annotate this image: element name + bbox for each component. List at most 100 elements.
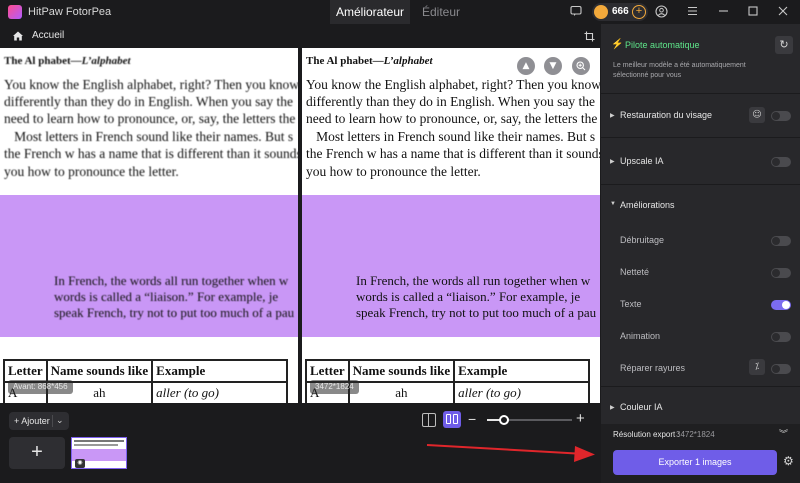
doc-line: Most letters in French sound like their … (4, 129, 294, 144)
toggle-face-restore[interactable] (771, 111, 791, 121)
annotation-arrow (426, 444, 595, 462)
document-after: The Al phabet—L’alphabet You know the En… (302, 48, 600, 403)
app-name: HitPaw FotorPea (28, 6, 112, 18)
credits-badge[interactable]: 666 + (592, 3, 648, 21)
doc-heading: The Al phabet—L’alphabet (306, 55, 433, 67)
add-image-tile[interactable]: + (9, 437, 65, 469)
doc-line: need to learn how to pronounce, or, say,… (306, 111, 598, 126)
close-icon[interactable] (776, 5, 790, 19)
split-view-icon[interactable] (443, 411, 461, 428)
app-logo-icon (8, 5, 22, 19)
zoom-in-button[interactable]: + (576, 410, 585, 427)
doc-line: You know the English alphabet, right? Th… (306, 77, 600, 92)
chevron-down-icon[interactable]: ⌄ (56, 415, 64, 426)
doc-line: need to learn how to pronounce, or, say,… (4, 111, 296, 126)
option-scratch-repair: Réparer rayures (620, 363, 686, 373)
doc-line: In French, the words all run together wh… (54, 273, 289, 288)
table-header: Name sounds like (45, 359, 154, 383)
section-ai-color[interactable]: Couleur IA (620, 402, 663, 412)
export-resolution-value: 3472*1824 (676, 430, 715, 439)
doc-line: you how to pronounce the letter. (4, 164, 179, 179)
refresh-icon[interactable]: ↻ (775, 36, 793, 54)
doc-line: differently than they do in English. Whe… (4, 94, 293, 109)
credits-count: 666 (612, 6, 629, 17)
toggle-sharpen[interactable] (771, 268, 791, 278)
scratch-repair-icon[interactable]: ⁒ (749, 359, 765, 375)
add-button-separator (52, 415, 53, 427)
zoom-slider-handle[interactable] (499, 415, 509, 425)
doc-line: the French w has a name that is differen… (306, 146, 600, 161)
zoom-out-icon[interactable]: − (468, 411, 476, 427)
table-header: Example (453, 359, 591, 383)
doc-line: words is called a “liaison.” For example… (54, 289, 279, 304)
home-icon[interactable] (12, 29, 24, 41)
autopilot-description: Le meilleur modèle a été automatiquement… (613, 62, 746, 79)
section-face-restore[interactable]: Restauration du visage (620, 110, 712, 120)
doc-line: differently than they do in English. Whe… (306, 94, 595, 109)
preview-icon[interactable]: ◉ (75, 459, 85, 468)
section-improvements[interactable]: Améliorations (620, 200, 675, 210)
coin-icon (594, 5, 608, 19)
crop-icon[interactable] (584, 29, 595, 42)
option-animation: Animation (620, 331, 661, 341)
thumb-line (74, 440, 124, 442)
single-view-icon[interactable] (422, 413, 436, 427)
doc-heading: The Al phabet—L’alphabet (4, 55, 131, 67)
zoom-in-icon[interactable] (572, 57, 590, 75)
autopilot-title: Pilote automatique (625, 40, 700, 50)
after-label: 3472*1824 (310, 380, 359, 394)
before-label: Avant: 868*456 (8, 380, 73, 394)
maximize-icon[interactable] (746, 5, 760, 19)
thumb-line (74, 444, 118, 446)
double-chevron-down-icon[interactable]: ︾ (779, 427, 788, 440)
table-header: Name sounds like (347, 359, 456, 383)
thumbs-up-icon[interactable]: ▲ (517, 57, 535, 75)
toggle-denoise[interactable] (771, 236, 791, 246)
tab-enhancer[interactable]: Améliorateur (330, 0, 410, 24)
chevron-down-icon[interactable]: ▼ (610, 201, 616, 207)
buy-credits-icon[interactable]: + (632, 5, 646, 19)
export-footer: Résolution export : 3472*1824 ︾ Exporter… (601, 424, 800, 483)
toggle-upscale[interactable] (771, 157, 791, 167)
table-header: Letter (3, 359, 48, 383)
gear-icon[interactable]: ⚙ (783, 454, 794, 468)
export-resolution-label: Résolution export : (613, 430, 680, 439)
table-cell: aller (to go) (453, 381, 591, 403)
menu-icon[interactable] (685, 5, 699, 19)
export-button[interactable]: Exporter 1 images (613, 450, 777, 475)
chevron-right-icon[interactable]: ▶ (610, 158, 615, 165)
home-link[interactable]: Accueil (32, 30, 64, 41)
section-upscale[interactable]: Upscale IA (620, 156, 664, 166)
toggle-animation[interactable] (771, 332, 791, 342)
thumbs-down-icon[interactable]: ▼ (544, 57, 562, 75)
after-pane[interactable]: The Al phabet—L’alphabet You know the En… (302, 48, 600, 403)
chevron-right-icon[interactable]: ▶ (610, 112, 615, 119)
account-icon[interactable] (654, 5, 668, 19)
doc-line: In French, the words all run together wh… (356, 273, 591, 288)
add-button-label: + Ajouter (14, 416, 50, 426)
option-text: Texte (620, 299, 642, 309)
divider (601, 184, 800, 185)
tab-editor[interactable]: Éditeur (415, 0, 467, 24)
feedback-icon[interactable] (569, 5, 583, 19)
add-button[interactable]: + Ajouter ⌄ (9, 412, 69, 430)
doc-line: the French w has a name that is differen… (4, 146, 298, 161)
doc-line: you how to pronounce the letter. (306, 164, 481, 179)
option-sharpen: Netteté (620, 267, 650, 277)
title-bar: HitPaw FotorPea Améliorateur Éditeur 666… (0, 0, 800, 24)
doc-line: speak French, try not to put too much of… (54, 305, 295, 320)
document-before: The Al phabet—L’alphabet You know the En… (0, 48, 298, 403)
breadcrumb: Accueil (0, 24, 600, 48)
toggle-text[interactable] (771, 300, 791, 310)
toggle-scratch-repair[interactable] (771, 364, 791, 374)
image-thumbnail[interactable]: ◉ (71, 437, 127, 469)
before-pane[interactable]: The Al phabet—L’alphabet You know the En… (0, 48, 298, 403)
doc-line: words is called a “liaison.” For example… (356, 289, 581, 304)
chevron-right-icon[interactable]: ▶ (610, 404, 615, 411)
settings-panel: ⚡ Pilote automatique ↻ Le meilleur modèl… (601, 24, 800, 424)
option-denoise: Débruitage (620, 235, 665, 245)
minimize-icon[interactable] (716, 5, 730, 19)
table-header: Example (151, 359, 289, 383)
face-icon[interactable]: ☺ (749, 107, 765, 123)
divider (601, 93, 800, 94)
